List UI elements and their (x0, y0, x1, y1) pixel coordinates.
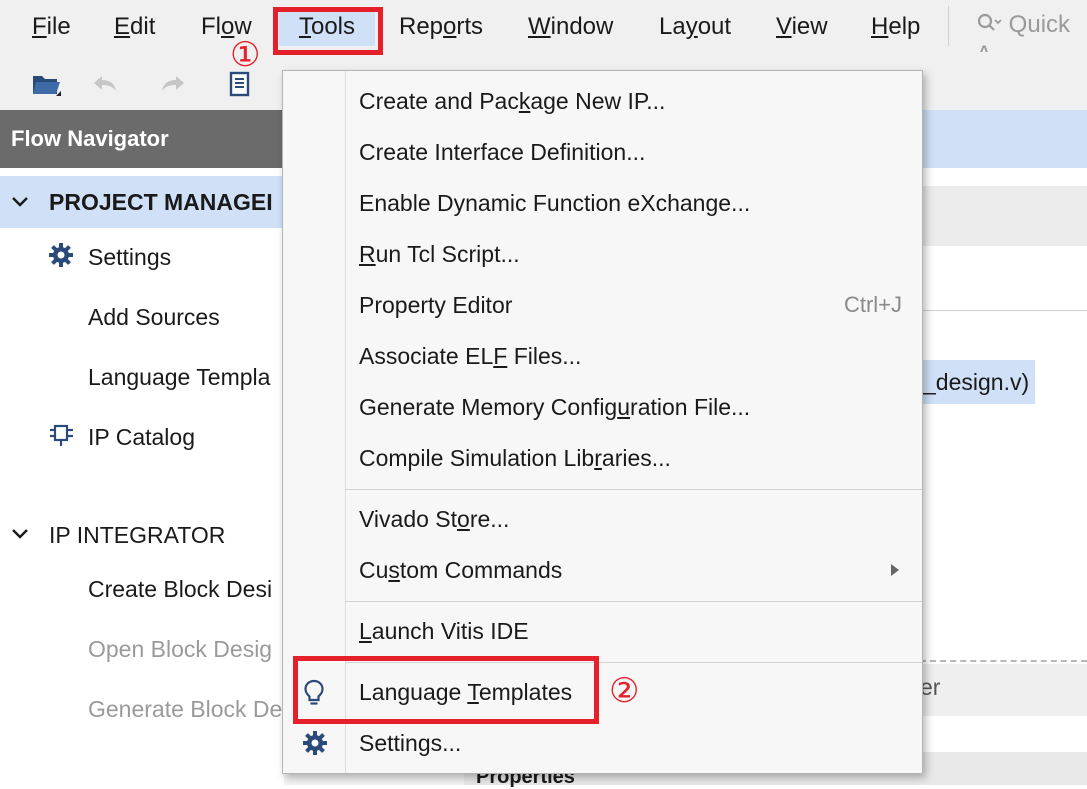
menu-item-vivado-store[interactable]: Vivado Store... (283, 496, 922, 542)
main-header-strip (920, 110, 1087, 168)
ip-integrator-header: IP INTEGRATOR (49, 522, 226, 548)
menubar-separator (948, 6, 949, 46)
menu-file[interactable]: File (32, 10, 71, 44)
menu-bar: File Edit Flow Tools Reports Window Layo… (0, 0, 1087, 68)
menu-item-create-and-package-ip[interactable]: Create and Package New IP... (283, 78, 922, 124)
menu-item-compile-simulation-libraries[interactable]: Compile Simulation Libraries... (283, 435, 922, 481)
menu-edit[interactable]: Edit (114, 10, 155, 44)
gear-icon (303, 731, 327, 755)
nav-item-generate-block-design: Generate Block De (88, 696, 283, 722)
tab-label-fragment[interactable]: er (920, 674, 940, 701)
search-icon (977, 13, 1002, 31)
open-project-icon[interactable] (30, 68, 62, 100)
selected-source-file[interactable]: _design.v) (921, 360, 1035, 404)
menu-item-run-tcl-script[interactable]: Run Tcl Script... (283, 231, 922, 277)
menu-help[interactable]: Help (871, 10, 920, 44)
menu-layout[interactable]: Layout (659, 10, 731, 44)
highlight-box-language-templates (293, 656, 599, 724)
ip-catalog-icon (50, 424, 73, 446)
flow-navigator-title: Flow Navigator (0, 110, 284, 168)
menu-separator (345, 601, 922, 602)
divider (920, 310, 1087, 311)
menu-window[interactable]: Window (528, 10, 613, 44)
tab-strip (920, 664, 1087, 716)
nav-item-language-templates[interactable]: Language Templa (88, 362, 270, 392)
redo-icon[interactable] (156, 68, 188, 100)
menu-item-custom-commands[interactable]: Custom Commands (283, 547, 922, 593)
submenu-arrow-icon (891, 564, 899, 576)
menu-reports[interactable]: Reports (399, 10, 483, 44)
menu-item-property-editor[interactable]: Property Editor Ctrl+J (283, 282, 922, 328)
nav-item-open-block-design: Open Block Desig (88, 636, 273, 662)
sources-toolbar (920, 186, 1087, 246)
menu-view[interactable]: View (776, 10, 828, 44)
chevron-down-icon[interactable] (10, 524, 30, 544)
property-editor-shortcut: Ctrl+J (843, 292, 902, 317)
menu-separator (345, 489, 922, 490)
undo-icon[interactable] (90, 68, 122, 100)
menu-item-launch-vitis-ide[interactable]: Launch Vitis IDE (283, 608, 922, 654)
annotation-step-1: ① (230, 36, 261, 74)
chevron-down-icon[interactable] (10, 192, 30, 212)
project-manager-header: PROJECT MANAGEI (49, 189, 273, 215)
nav-item-add-sources[interactable]: Add Sources (88, 302, 220, 332)
annotation-step-2: ② (609, 672, 640, 710)
nav-item-ip-catalog[interactable]: IP Catalog (88, 422, 195, 452)
nav-item-settings[interactable]: Settings (88, 242, 171, 272)
nav-item-create-block-design[interactable]: Create Block Desi (88, 574, 272, 604)
menu-item-generate-memory-configuration-file[interactable]: Generate Memory Configuration File... (283, 384, 922, 430)
highlight-box-tools (273, 7, 383, 55)
menu-item-create-interface-definition[interactable]: Create Interface Definition... (283, 129, 922, 175)
gear-icon (49, 243, 73, 267)
dashed-divider (920, 660, 1087, 662)
menu-item-settings[interactable]: Settings... (283, 720, 922, 766)
menu-item-enable-dfx[interactable]: Enable Dynamic Function eXchange... (283, 180, 922, 226)
menu-item-associate-elf-files[interactable]: Associate ELF Files... (283, 333, 922, 379)
